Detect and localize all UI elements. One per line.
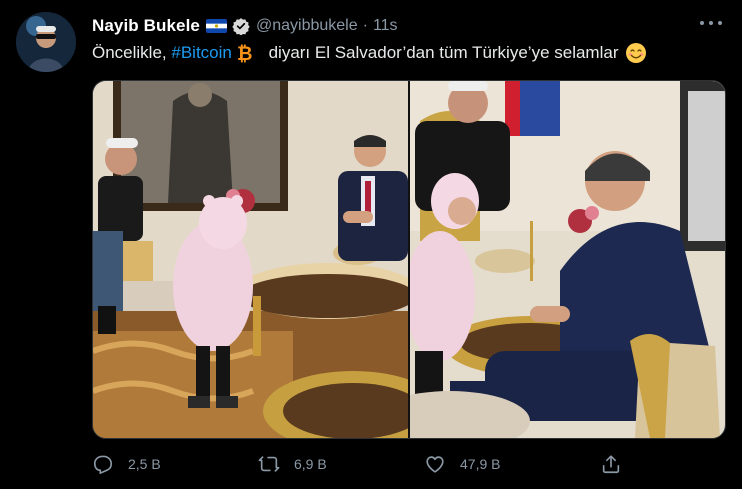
- tweet-actions: 2,5 B 6,9 B 47,9 B: [92, 452, 652, 476]
- tweet-text: Öncelikle, #Bitcoin ₿ diyarı El Salvador…: [92, 42, 647, 65]
- tweet-media[interactable]: [92, 80, 726, 439]
- reply-count: 2,5 B: [128, 456, 161, 472]
- more-options-icon[interactable]: [700, 18, 722, 28]
- hashtag-link[interactable]: #Bitcoin: [171, 43, 231, 63]
- tweet[interactable]: Nayib Bukele @nayibbukele · 11s Öncelikl…: [0, 0, 742, 489]
- avatar[interactable]: [16, 12, 76, 72]
- photo-left[interactable]: [93, 81, 443, 438]
- separator-dot: ·: [362, 17, 368, 34]
- tweet-text-start: Öncelikle,: [92, 43, 172, 62]
- timestamp[interactable]: 11s: [373, 17, 398, 35]
- svg-text:₿: ₿: [237, 43, 252, 63]
- like-button[interactable]: 47,9 B: [424, 452, 500, 476]
- bitcoin-icon: ₿: [236, 43, 254, 65]
- heart-icon: [424, 453, 446, 475]
- el-salvador-flag-icon: [205, 19, 227, 33]
- retweet-button[interactable]: 6,9 B: [258, 452, 327, 476]
- tweet-header: Nayib Bukele @nayibbukele · 11s: [92, 14, 398, 38]
- share-button[interactable]: [600, 452, 622, 476]
- like-count: 47,9 B: [460, 456, 501, 472]
- author-name[interactable]: Nayib Bukele: [92, 16, 200, 36]
- reply-icon: [92, 453, 114, 475]
- retweet-icon: [258, 453, 280, 475]
- author-handle[interactable]: @nayibbukele: [256, 17, 358, 35]
- tweet-text-end: diyarı El Salvador’dan tüm Türkiye’ye se…: [263, 43, 619, 62]
- retweet-count: 6,9 B: [294, 456, 327, 472]
- photo-right[interactable]: [370, 81, 725, 438]
- share-icon: [600, 453, 622, 475]
- reply-button[interactable]: 2,5 B: [92, 452, 161, 476]
- smiling-face-icon: [625, 42, 647, 64]
- verified-badge-icon: [232, 17, 250, 36]
